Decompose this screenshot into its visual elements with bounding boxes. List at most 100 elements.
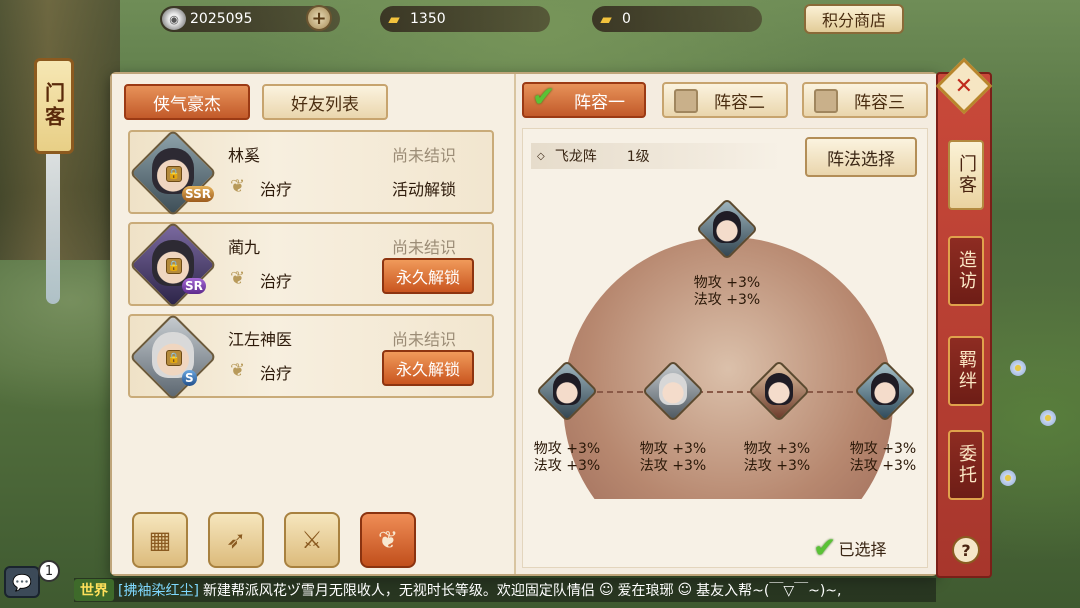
checkmark-icon: ✔ — [813, 531, 837, 564]
leaf-icon: ❦ — [230, 268, 246, 289]
slot-bonus: 物攻 +3% 法攻 +3% — [687, 275, 767, 309]
formation-board: ◇ 飞龙阵 1级 阵法选择 物攻 +3% 法攻 +3% 物攻 +3% 法攻 +3… — [522, 128, 928, 568]
formation-info: ◇ 飞龙阵 1级 — [531, 143, 781, 169]
hero-card-jiangzuo[interactable]: 🔒 S 江左神医 ❦ 治疗 尚未结识 永久解锁 — [128, 313, 494, 401]
tab-friends[interactable]: 好友列表 — [262, 84, 388, 120]
hero-name: 蔺九 — [228, 238, 261, 257]
lock-icon: 🔒 — [166, 258, 182, 274]
flower-decoration — [1000, 470, 1016, 486]
gold-counter: ▰ 0 — [592, 6, 762, 32]
formation-slot-top[interactable] — [695, 197, 759, 261]
side-tab-bonds[interactable]: 羁绊 — [948, 336, 984, 406]
bonus-magic: 法攻 +3% — [693, 292, 761, 308]
side-tab-commission[interactable]: 委托 — [948, 430, 984, 500]
grid-icon: ▦ — [148, 526, 172, 554]
emoji-icon: ☺ — [598, 582, 614, 598]
side-tab-visit[interactable]: 造访 — [948, 236, 984, 306]
hero-list-pane: 侠气豪杰 好友列表 🔒 SSR 林奚 ❦ 治疗 尚未结识 活动解锁 🔒 SR 蔺… — [112, 74, 514, 574]
bonus-physical: 物攻 +3% — [639, 441, 707, 457]
coin-value: 2025095 — [190, 11, 253, 27]
tassel-decoration — [46, 154, 60, 304]
hero-name: 林奚 — [228, 146, 261, 165]
checkbox-icon — [814, 89, 838, 113]
lock-icon: 🔒 — [166, 166, 182, 182]
hero-status: 尚未结识 — [392, 146, 457, 165]
ingot-counter: ▰ 1350 — [380, 6, 550, 32]
tab-friends-label: 好友列表 — [291, 94, 359, 115]
filter-archer-button[interactable]: ➶ — [208, 512, 264, 568]
slot-bonus: 物攻 +3% 法攻 +3% — [843, 441, 923, 475]
bonus-physical: 物攻 +3% — [743, 441, 811, 457]
hero-card-linxi[interactable]: 🔒 SSR 林奚 ❦ 治疗 尚未结识 活动解锁 — [128, 129, 494, 217]
tab-heroes[interactable]: 侠气豪杰 — [124, 84, 250, 120]
hero-status: 尚未结识 — [392, 330, 457, 349]
filter-healer-button[interactable]: ❦ — [360, 512, 416, 568]
gold-ingot-icon: ▰ — [600, 10, 612, 28]
leaf-icon: ❦ — [230, 360, 246, 381]
formation-slot-1[interactable] — [535, 359, 599, 423]
hero-role: 治疗 — [260, 272, 293, 291]
retainer-hanging-tag: 门客 — [34, 58, 74, 154]
chat-ticker[interactable]: 世界 [拂袖染红尘] 新建帮派风花ヅ雪月无限收人，无视时长等级。欢迎固定队情侣 … — [74, 578, 936, 602]
selected-label: 已选择 — [838, 539, 887, 559]
bow-icon: ➶ — [225, 526, 247, 554]
retainer-panel: 侠气豪杰 好友列表 🔒 SSR 林奚 ❦ 治疗 尚未结识 活动解锁 🔒 SR 蔺… — [110, 72, 938, 576]
unlock-method: 活动解锁 — [392, 180, 457, 199]
tab-lineup-3[interactable]: 阵容三 — [802, 82, 928, 118]
filter-warrior-button[interactable]: ⚔ — [284, 512, 340, 568]
chat-unread-badge: 1 — [38, 560, 60, 582]
chat-bubble-icon: 💬 — [12, 572, 32, 592]
permanent-unlock-button[interactable]: 永久解锁 — [382, 350, 474, 386]
chat-message: 新建帮派风花ヅ雪月无限收人，无视时长等级。欢迎固定队情侣 — [202, 583, 595, 599]
chat-user[interactable]: [拂袖染红尘] — [118, 580, 199, 600]
bonus-physical: 物攻 +3% — [533, 441, 601, 457]
slot-bonus: 物攻 +3% 法攻 +3% — [633, 441, 713, 475]
rarity-badge: SSR — [182, 186, 214, 202]
chat-message-2: 爱在琅琊 — [617, 583, 674, 599]
flower-decoration — [1040, 410, 1056, 426]
gold-value: 0 — [622, 11, 631, 27]
bonus-physical: 物攻 +3% — [849, 441, 917, 457]
rarity-badge: S — [182, 370, 197, 386]
help-button[interactable]: ? — [952, 536, 980, 564]
tab-heroes-label: 侠气豪杰 — [153, 94, 221, 115]
chat-message-3: 基友入帮~(￣▽￣~)~, — [696, 583, 842, 599]
bonus-magic: 法攻 +3% — [533, 458, 601, 474]
formation-name: 飞龙阵 — [554, 149, 597, 165]
hero-role: 治疗 — [260, 180, 293, 199]
chat-button[interactable]: 💬 — [4, 566, 40, 598]
rarity-badge: SR — [182, 278, 206, 294]
diamond-bullet-icon: ◇ — [537, 150, 545, 162]
leaf-icon: ❦ — [230, 176, 246, 197]
bonus-magic: 法攻 +3% — [639, 458, 707, 474]
formation-line — [547, 391, 907, 393]
hero-face — [713, 211, 741, 243]
filter-all-button[interactable]: ▦ — [132, 512, 188, 568]
lineup-label: 阵容一 — [574, 92, 625, 113]
ingot-value: 1350 — [410, 11, 446, 27]
formation-level: 1级 — [626, 149, 650, 165]
formation-slot-2[interactable] — [641, 359, 705, 423]
crossed-swords-icon: ⚔ — [301, 526, 323, 554]
bonus-magic: 法攻 +3% — [849, 458, 917, 474]
formation-slot-4[interactable] — [853, 359, 917, 423]
question-icon: ? — [961, 540, 971, 560]
points-shop-button[interactable]: 积分商店 — [804, 4, 904, 34]
bonus-physical: 物攻 +3% — [693, 275, 761, 291]
slot-bonus: 物攻 +3% 法攻 +3% — [527, 441, 607, 475]
lock-icon: 🔒 — [166, 350, 182, 366]
chat-channel: 世界 — [74, 579, 114, 601]
side-tab-retainers[interactable]: 门客 — [948, 140, 984, 210]
add-coins-button[interactable]: + — [306, 5, 332, 31]
tab-lineup-2[interactable]: 阵容二 — [662, 82, 788, 118]
tab-lineup-1[interactable]: ✔ 阵容一 — [522, 80, 646, 118]
formation-select-button[interactable]: 阵法选择 — [805, 137, 917, 177]
formation-slot-3[interactable] — [747, 359, 811, 423]
hero-face — [659, 373, 687, 405]
hero-role: 治疗 — [260, 364, 293, 383]
bonus-magic: 法攻 +3% — [743, 458, 811, 474]
lineup-label: 阵容三 — [854, 92, 905, 113]
hero-name: 江左神医 — [228, 330, 293, 349]
hero-card-linjiu[interactable]: 🔒 SR 蔺九 ❦ 治疗 尚未结识 永久解锁 — [128, 221, 494, 309]
permanent-unlock-button[interactable]: 永久解锁 — [382, 258, 474, 294]
